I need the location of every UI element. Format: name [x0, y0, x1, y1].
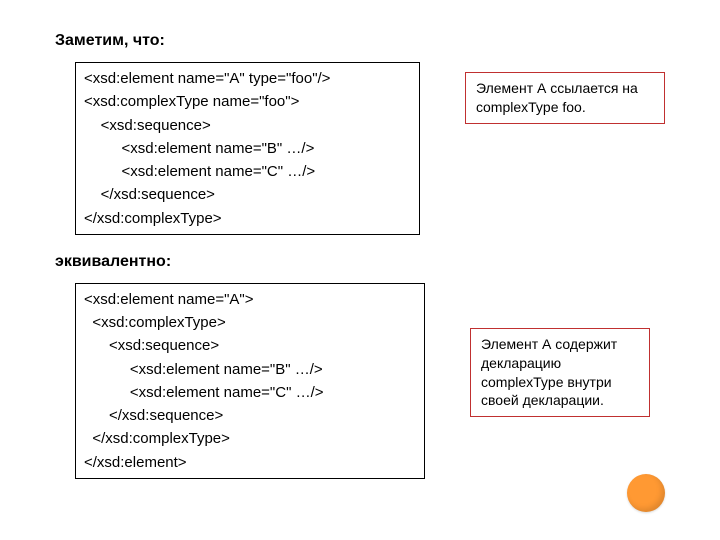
note-box-1: Элемент А ссылается на complexType foo. [465, 72, 665, 124]
heading-equivalent: эквивалентно: [55, 253, 665, 271]
code-line: <xsd:sequence> [84, 334, 416, 357]
code-line: </xsd:sequence> [84, 404, 416, 427]
code-line: </xsd:complexType> [84, 207, 411, 230]
row-block-1: <xsd:element name="A" type="foo"/> <xsd:… [55, 62, 665, 235]
code-block-2: <xsd:element name="A"> <xsd:complexType>… [75, 283, 425, 479]
code-line: <xsd:element name="B" …/> [84, 358, 416, 381]
code-line: <xsd:complexType name="foo"> [84, 90, 411, 113]
code-line: </xsd:complexType> [84, 427, 416, 450]
code-line: <xsd:element name="C" …/> [84, 160, 411, 183]
code-line: <xsd:sequence> [84, 114, 411, 137]
code-line: <xsd:complexType> [84, 311, 416, 334]
code-line: <xsd:element name="A"> [84, 288, 416, 311]
code-line: </xsd:element> [84, 451, 416, 474]
row-block-2: <xsd:element name="A"> <xsd:complexType>… [55, 283, 665, 479]
code-line: <xsd:element name="A" type="foo"/> [84, 67, 411, 90]
decorative-dot-icon [627, 474, 665, 512]
code-block-1: <xsd:element name="A" type="foo"/> <xsd:… [75, 62, 420, 235]
code-line: </xsd:sequence> [84, 183, 411, 206]
note-box-2: Элемент А содержит декларацию complexTyp… [470, 328, 650, 418]
code-line: <xsd:element name="B" …/> [84, 137, 411, 160]
code-line: <xsd:element name="C" …/> [84, 381, 416, 404]
heading-note: Заметим, что: [55, 32, 665, 50]
